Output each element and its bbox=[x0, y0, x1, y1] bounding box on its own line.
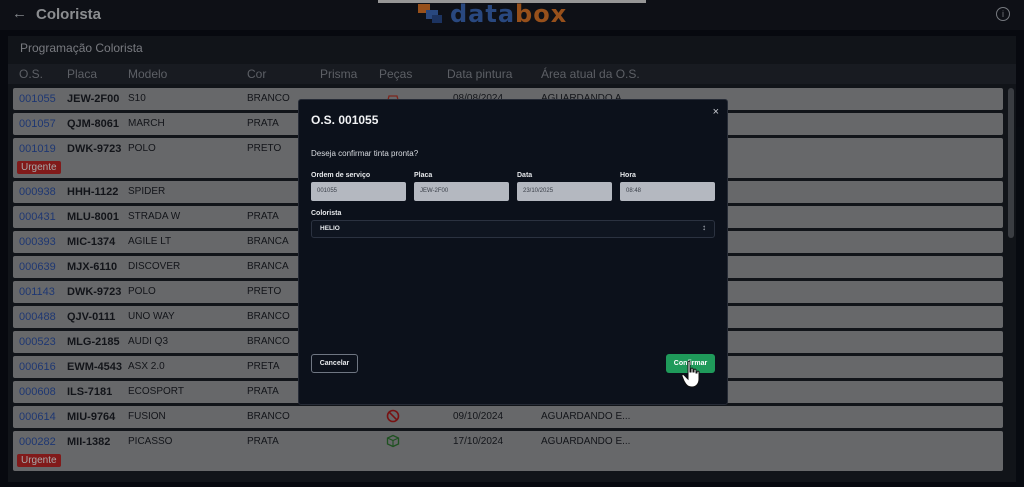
colorista-selected-value: HELIO bbox=[320, 225, 340, 232]
confirm-modal: O.S. 001055 × Deseja confirmar tinta pro… bbox=[298, 99, 728, 405]
hand-pointer-icon bbox=[681, 360, 700, 388]
ordem-servico-field[interactable]: 001055 bbox=[311, 182, 406, 201]
modal-question: Deseja confirmar tinta pronta? bbox=[311, 149, 419, 158]
label-placa: Placa bbox=[414, 172, 433, 179]
label-data: Data bbox=[517, 172, 533, 179]
label-ordem-servico: Ordem de serviço bbox=[311, 172, 371, 179]
close-icon[interactable]: × bbox=[713, 106, 719, 118]
colorista-select[interactable]: HELIO ↕ bbox=[311, 220, 715, 238]
data-field[interactable]: 23/10/2025 bbox=[517, 182, 612, 201]
label-hora: Hora bbox=[620, 172, 636, 179]
hora-field[interactable]: 08:48 bbox=[620, 182, 715, 201]
chevron-updown-icon: ↕ bbox=[702, 223, 706, 232]
label-colorista: Colorista bbox=[311, 210, 342, 217]
cancel-button[interactable]: Cancelar bbox=[311, 354, 358, 373]
modal-title: O.S. 001055 bbox=[311, 113, 379, 127]
placa-field[interactable]: JEW-2F00 bbox=[414, 182, 509, 201]
